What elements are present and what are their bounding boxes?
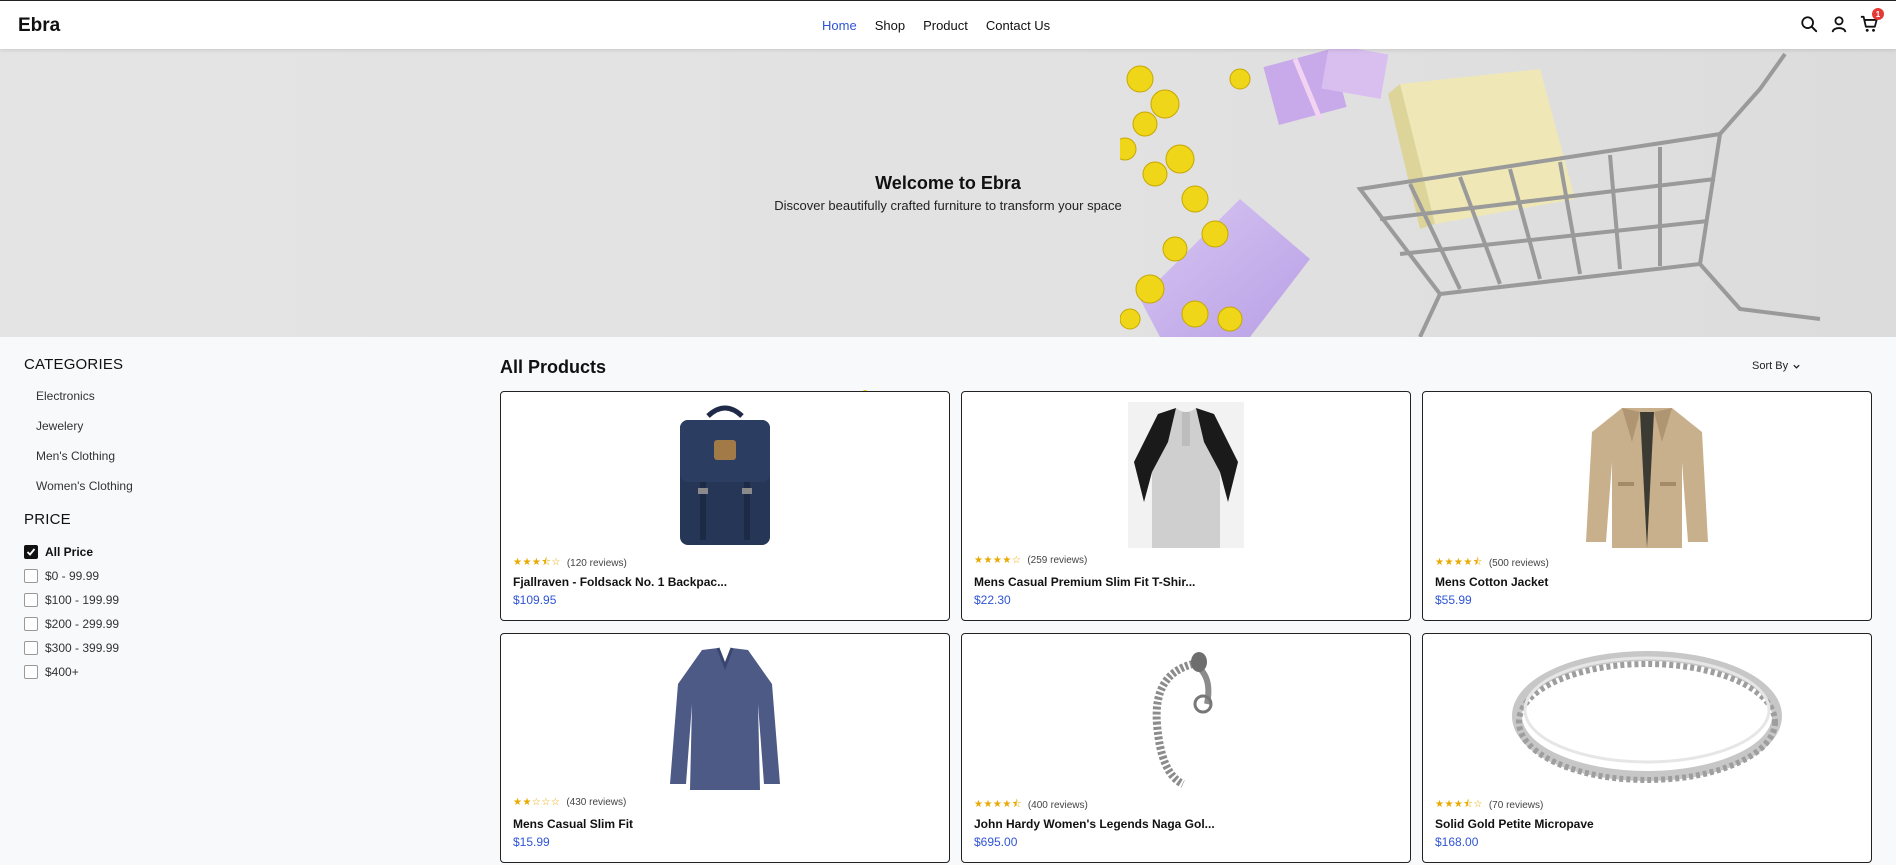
product-rating: ★★★★⯪ (400 reviews)	[974, 797, 1088, 814]
product-image	[501, 402, 949, 548]
category-mens-clothing[interactable]: Men's Clothing	[36, 449, 324, 479]
nav-shop[interactable]: Shop	[875, 18, 905, 33]
cart-icon[interactable]: 1	[1860, 8, 1884, 33]
checkbox[interactable]	[24, 569, 38, 583]
product-image	[501, 644, 949, 790]
category-jewelery[interactable]: Jewelery	[36, 419, 324, 449]
filter-sidebar: CATEGORIES Electronics Jewelery Men's Cl…	[24, 356, 324, 684]
nav-product[interactable]: Product	[923, 18, 968, 33]
rating-stars: ★★☆☆☆	[513, 797, 561, 808]
product-name[interactable]: Mens Cotton Jacket	[1435, 575, 1548, 589]
product-rating: ★★★★⯪ (500 reviews)	[1435, 555, 1549, 572]
top-navbar: Ebra Home Shop Product Contact Us 1	[0, 0, 1896, 49]
price-heading: PRICE	[24, 511, 71, 528]
review-count: (259 reviews)	[1027, 555, 1088, 566]
rating-stars: ★★★★⯪	[974, 799, 1022, 810]
price-option-all[interactable]: All Price	[24, 540, 324, 564]
price-option-label: $400+	[45, 665, 79, 679]
review-count: (70 reviews)	[1488, 800, 1544, 811]
tshirt-image	[1128, 402, 1244, 548]
main-nav: Home Shop Product Contact Us	[822, 18, 1068, 33]
product-name[interactable]: Fjallraven - Foldsack No. 1 Backpac...	[513, 575, 727, 589]
product-price: $15.99	[513, 835, 550, 849]
hero-title: Welcome to Ebra	[875, 173, 1021, 193]
backpack-image	[680, 405, 770, 545]
checkbox[interactable]	[24, 617, 38, 631]
jacket-image	[1586, 408, 1708, 548]
bracelet-image	[1152, 652, 1213, 788]
rating-stars: ★★★★☆	[974, 555, 1022, 566]
product-image	[1423, 644, 1871, 790]
product-card[interactable]: ★★★★☆ (259 reviews) Mens Casual Premium …	[961, 391, 1411, 621]
product-name[interactable]: Mens Casual Premium Slim Fit T-Shir...	[974, 575, 1195, 589]
rating-stars: ★★★⯪☆	[513, 557, 561, 568]
product-price: $55.99	[1435, 593, 1472, 607]
product-name[interactable]: Solid Gold Petite Micropave	[1435, 817, 1594, 831]
price-option-200-299[interactable]: $200 - 299.99	[24, 612, 324, 636]
product-image	[962, 402, 1410, 548]
checkbox[interactable]	[24, 641, 38, 655]
product-rating: ★★★★☆ (259 reviews)	[974, 555, 1087, 566]
hero-subtitle: Discover beautifully crafted furniture t…	[774, 198, 1122, 213]
user-icon[interactable]	[1830, 15, 1848, 33]
product-price: $109.95	[513, 593, 557, 607]
price-option-100-199[interactable]: $100 - 199.99	[24, 588, 324, 612]
product-card[interactable]: ★★★⯪☆ (70 reviews) Solid Gold Petite Mic…	[1422, 633, 1872, 863]
product-price: $22.30	[974, 593, 1011, 607]
price-filter-list: All Price $0 - 99.99 $100 - 199.99 $200 …	[24, 540, 324, 684]
checkbox[interactable]	[24, 593, 38, 607]
ring-image	[1512, 651, 1782, 783]
cart-count-badge: 1	[1872, 8, 1884, 20]
product-image	[962, 644, 1410, 790]
nav-home[interactable]: Home	[822, 18, 857, 33]
review-count: (500 reviews)	[1488, 558, 1549, 569]
logo[interactable]: Ebra	[18, 15, 60, 37]
product-rating: ★★☆☆☆ (430 reviews)	[513, 797, 626, 808]
header-actions: 1	[1800, 8, 1884, 33]
checkbox[interactable]	[24, 665, 38, 679]
categories-heading: CATEGORIES	[24, 356, 124, 373]
price-option-label: $200 - 299.99	[45, 617, 120, 631]
product-card[interactable]: ★★☆☆☆ (430 reviews) Mens Casual Slim Fit…	[500, 633, 950, 863]
hero-text: Welcome to Ebra Discover beautifully cra…	[0, 173, 1896, 213]
price-option-label: $0 - 99.99	[45, 569, 100, 583]
product-name[interactable]: John Hardy Women's Legends Naga Gol...	[974, 817, 1215, 831]
category-list: Electronics Jewelery Men's Clothing Wome…	[36, 389, 324, 509]
rating-stars: ★★★★⯪	[1435, 557, 1483, 568]
product-image	[1423, 402, 1871, 548]
product-price: $168.00	[1435, 835, 1479, 849]
price-option-label: All Price	[45, 545, 94, 559]
price-option-label: $100 - 199.99	[45, 593, 120, 607]
category-electronics[interactable]: Electronics	[36, 389, 324, 419]
review-count: (430 reviews)	[566, 797, 627, 808]
price-option-300-399[interactable]: $300 - 399.99	[24, 636, 324, 660]
review-count: (120 reviews)	[566, 558, 627, 569]
sort-dropdown[interactable]: Sort By	[1752, 360, 1801, 372]
chevron-down-icon	[1793, 364, 1800, 369]
longsleeve-image	[670, 647, 780, 790]
product-rating: ★★★⯪☆ (70 reviews)	[1435, 797, 1543, 814]
rating-stars: ★★★⯪☆	[1435, 799, 1483, 810]
price-option-label: $300 - 399.99	[45, 641, 120, 655]
price-option-400-plus[interactable]: $400+	[24, 660, 324, 684]
product-card[interactable]: ★★★⯪☆ (120 reviews) Fjallraven - Foldsac…	[500, 391, 950, 621]
nav-contact-us[interactable]: Contact Us	[986, 18, 1050, 33]
product-card[interactable]: ★★★★⯪ (500 reviews) Mens Cotton Jacket $…	[1422, 391, 1872, 621]
review-count: (400 reviews)	[1027, 800, 1088, 811]
category-womens-clothing[interactable]: Women's Clothing	[36, 479, 324, 509]
product-grid: ★★★⯪☆ (120 reviews) Fjallraven - Foldsac…	[500, 391, 1874, 863]
product-card[interactable]: ★★★★⯪ (400 reviews) John Hardy Women's L…	[961, 633, 1411, 863]
hero-banner: Welcome to Ebra Discover beautifully cra…	[0, 49, 1896, 337]
price-option-0-99[interactable]: $0 - 99.99	[24, 564, 324, 588]
product-rating: ★★★⯪☆ (120 reviews)	[513, 555, 627, 572]
sort-label: Sort By	[1752, 360, 1789, 372]
product-price: $695.00	[974, 835, 1018, 849]
checkbox-checked[interactable]	[24, 545, 38, 559]
search-icon[interactable]	[1800, 15, 1818, 33]
product-name[interactable]: Mens Casual Slim Fit	[513, 817, 633, 831]
page-title: All Products	[500, 357, 607, 377]
